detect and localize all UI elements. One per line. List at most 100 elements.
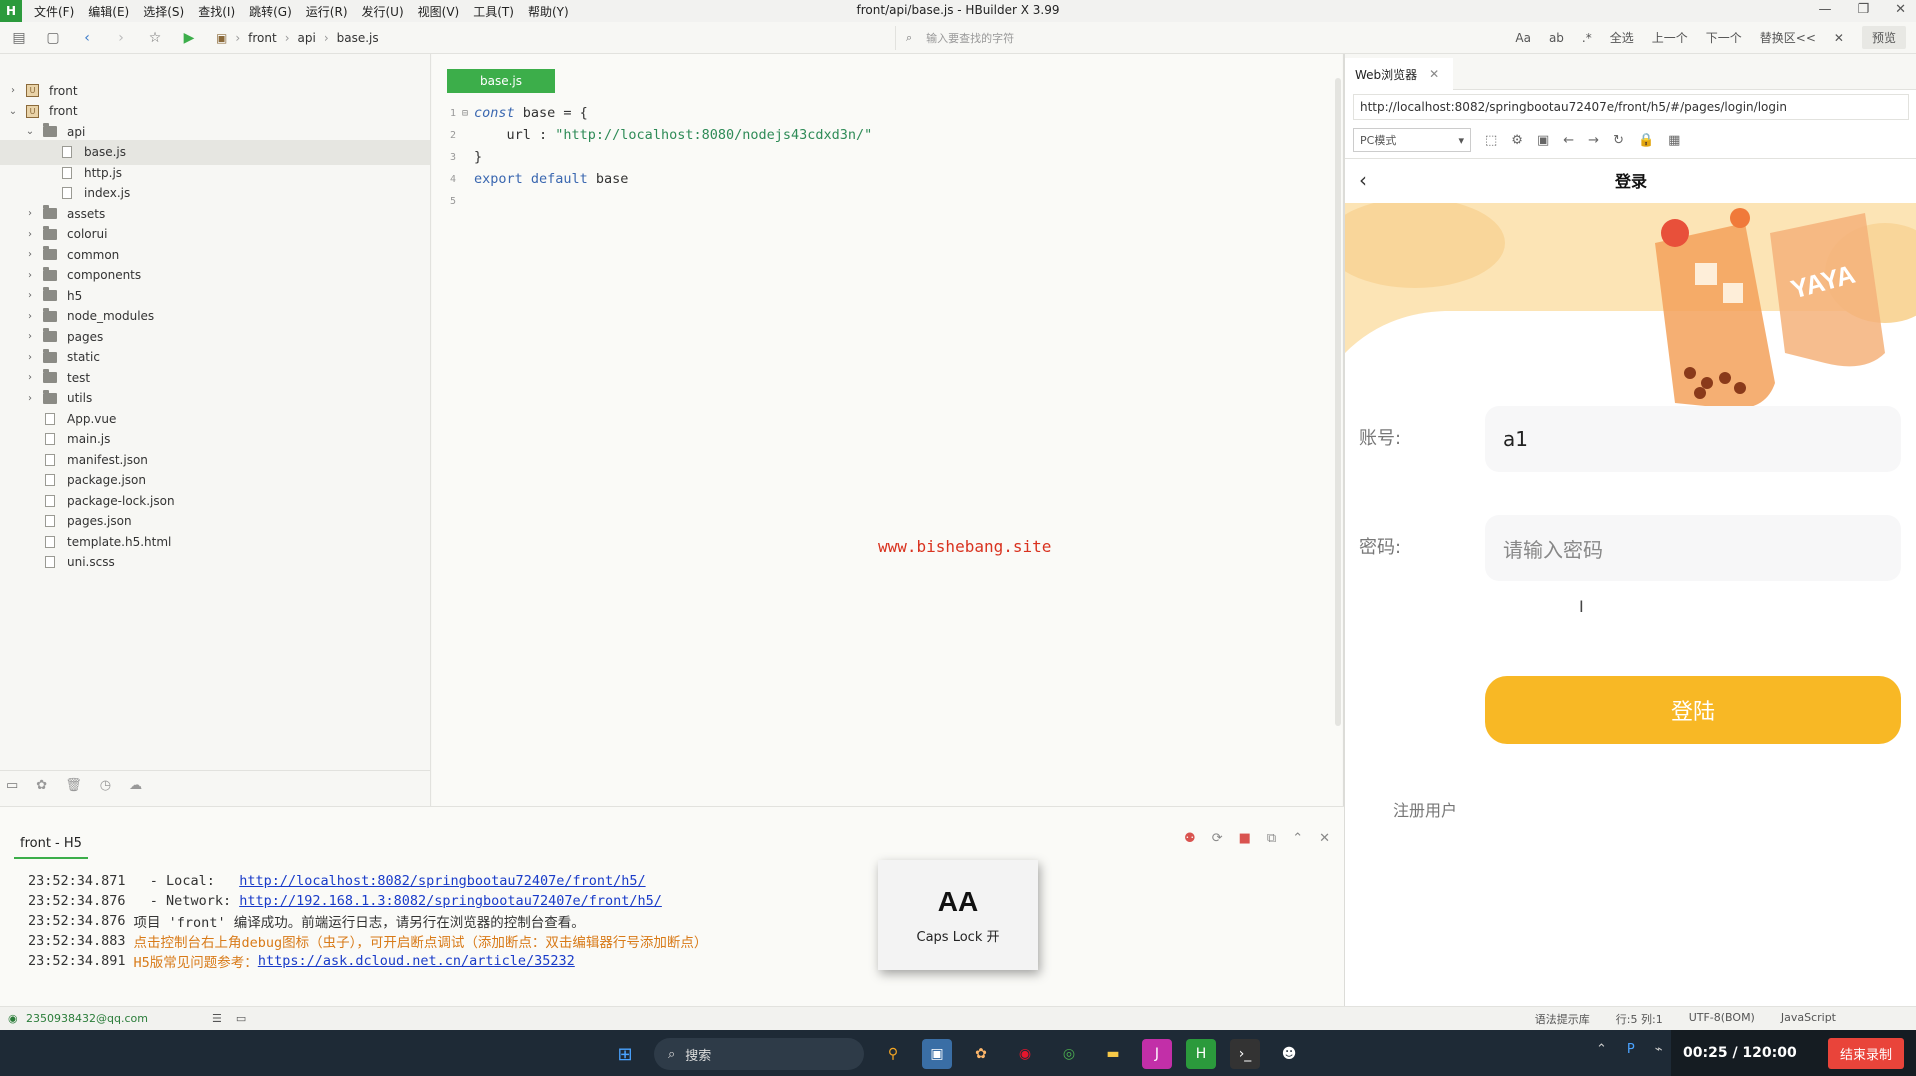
forward-arrow-icon[interactable]: → [1588,133,1599,148]
expand-arrow-icon[interactable]: › [23,249,37,260]
menu-item[interactable]: 视图(V) [418,3,460,20]
match-case-icon[interactable]: Aa [1515,31,1531,45]
breadcrumb-item[interactable]: front [248,31,277,45]
settings-icon[interactable]: ⚙ [1511,133,1523,148]
close-tab-icon[interactable]: ✕ [1429,67,1439,81]
file-explorer-icon[interactable]: ▬ [1098,1039,1128,1069]
code-line[interactable]: 2 url : "http://localhost:8080/nodejs43c… [432,124,1332,146]
file-language[interactable]: JavaScript [1781,1011,1836,1027]
plugin-icon[interactable]: ✿ [36,778,47,793]
account-input[interactable]: a1 [1485,406,1901,472]
minimize-icon[interactable]: — [1818,2,1831,17]
menu-item[interactable]: 工具(T) [473,3,514,20]
cursor-position[interactable]: 行:5 列:1 [1616,1011,1663,1027]
menu-item[interactable]: 选择(S) [143,3,184,20]
expand-arrow-icon[interactable]: › [6,85,20,96]
clear-console-icon[interactable]: ✕ [1319,831,1330,846]
expand-arrow-icon[interactable]: ⌄ [23,126,37,137]
find-input[interactable]: ⌕ 输入要查找的字符 [895,26,1495,50]
code-line[interactable]: 4 export default base [432,168,1332,190]
close-window-icon[interactable]: ✕ [1895,2,1906,17]
outline-icon[interactable]: ☰ [212,1012,222,1025]
code-line[interactable]: 5 [432,190,1332,212]
syntax-hint-lib[interactable]: 语法提示库 [1535,1011,1590,1027]
back-arrow-icon[interactable]: ← [1563,133,1574,148]
photos-app-icon[interactable]: ▣ [922,1039,952,1069]
regex-icon[interactable]: .* [1582,31,1592,45]
line-number[interactable]: 5 [432,196,456,207]
line-number[interactable]: 3 [432,152,456,163]
find-prev-button[interactable]: 上一个 [1652,29,1688,46]
cloud-icon[interactable]: ☁ [129,778,142,793]
screenshot-icon[interactable]: ⬚ [1485,133,1497,148]
folder-view-icon[interactable]: ▭ [6,778,18,793]
replace-toggle-button[interactable]: 替换区<< [1760,29,1816,46]
qq-app-icon[interactable]: ☻ [1274,1039,1304,1069]
image-icon[interactable]: ▣ [1537,133,1549,148]
restart-icon[interactable]: ⟳ [1212,831,1223,846]
browser-tab[interactable]: Web浏览器 ✕ [1345,58,1453,90]
breadcrumb-item[interactable]: base.js [337,31,379,45]
start-menu-icon[interactable]: ⊞ [610,1039,640,1069]
forward-icon[interactable]: › [108,25,134,51]
reload-icon[interactable]: ↻ [1613,133,1624,148]
save-icon[interactable]: ▢ [40,25,66,51]
back-icon[interactable]: ‹ [74,25,100,51]
expand-arrow-icon[interactable]: › [23,331,37,342]
qrcode-icon[interactable]: ▦ [1668,133,1680,148]
star-icon[interactable]: ☆ [142,25,168,51]
url-bar[interactable]: http://localhost:8082/springbootau72407e… [1353,94,1909,120]
expand-arrow-icon[interactable]: › [23,372,37,383]
device-mode-select[interactable]: PC模式 ▾ [1353,128,1471,152]
menu-item[interactable]: 文件(F) [34,3,74,20]
account-email[interactable]: 2350938432@qq.com [26,1012,148,1025]
editor-scrollbar[interactable] [1335,78,1341,726]
menu-item[interactable]: 运行(R) [306,3,348,20]
terminal-icon[interactable]: ▭ [236,1012,246,1025]
jetbrains-icon[interactable]: J [1142,1039,1172,1069]
tray-expand-icon[interactable]: ⌃ [1596,1042,1607,1057]
expand-arrow-icon[interactable]: › [23,393,37,404]
breadcrumb-item[interactable]: api [298,31,316,45]
code-area[interactable]: 1 ⊟ const base = {2 url : "http://localhos… [432,102,1332,212]
debug-bug-icon[interactable]: ⚉ [1184,831,1196,846]
back-chevron-icon[interactable]: ‹ [1359,168,1367,192]
find-all-button[interactable]: 全选 [1610,29,1634,46]
expand-arrow-icon[interactable]: ⌄ [6,106,20,117]
trash-icon[interactable]: 🗑 [65,778,82,793]
chrome-icon[interactable]: ◎ [1054,1039,1084,1069]
menu-item[interactable]: 编辑(E) [88,3,129,20]
history-icon[interactable]: ◷ [100,778,111,793]
line-number[interactable]: 1 [432,108,456,119]
open-browser-icon[interactable]: ⧉ [1267,831,1276,846]
tree-item[interactable]: uni.scss [0,550,430,575]
console-link[interactable]: http://192.168.1.3:8082/springbootau7240… [239,893,662,909]
expand-arrow-icon[interactable]: › [23,352,37,363]
tray-app-icon[interactable]: P [1627,1042,1635,1057]
register-link[interactable]: 注册用户 [1393,797,1457,821]
code-line[interactable]: 3} [432,146,1332,168]
expand-arrow-icon[interactable]: › [23,290,37,301]
console-link[interactable]: https://ask.dcloud.net.cn/article/35232 [258,953,575,969]
login-button[interactable]: 登陆 [1485,676,1901,744]
stop-icon[interactable]: ■ [1239,831,1251,846]
whole-word-icon[interactable]: ab [1549,31,1564,45]
run-icon[interactable]: ▶ [176,25,202,51]
terminal-app-icon[interactable]: ›_ [1230,1039,1260,1069]
search-app-icon[interactable]: ⚲ [878,1039,908,1069]
line-number[interactable]: 2 [432,130,456,141]
line-number[interactable]: 4 [432,174,456,185]
stop-recording-button[interactable]: 结束录制 [1827,1037,1904,1069]
fold-toggle-icon[interactable]: ⊟ [462,108,474,119]
weibo-app-icon[interactable]: ◉ [1010,1039,1040,1069]
password-input[interactable]: 请输入密码 [1485,515,1901,581]
expand-arrow-icon[interactable]: › [23,208,37,219]
new-file-icon[interactable]: ▤ [6,25,32,51]
hbuilder-taskbar-icon[interactable]: H [1186,1039,1216,1069]
console-link[interactable]: http://localhost:8082/springbootau72407e… [239,873,645,889]
lock-icon[interactable]: 🔒 [1638,133,1654,148]
code-line[interactable]: 1 ⊟ const base = { [432,102,1332,124]
preview-button[interactable]: 预览 [1861,26,1906,49]
restore-icon[interactable]: ❐ [1857,2,1869,17]
find-next-button[interactable]: 下一个 [1706,29,1742,46]
